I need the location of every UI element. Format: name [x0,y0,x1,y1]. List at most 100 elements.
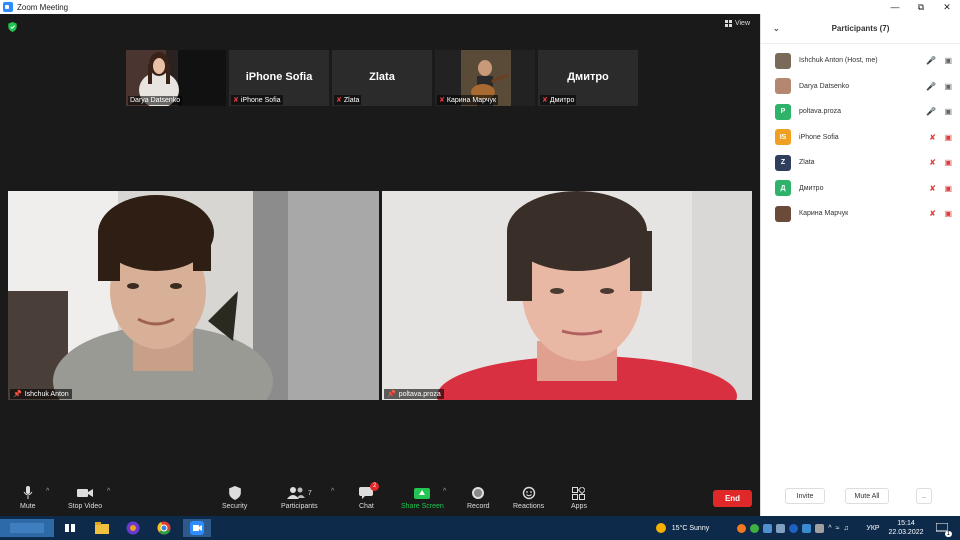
video-options-chevron-icon[interactable]: ^ [107,488,110,495]
thumb-dmytro[interactable]: Дмитро ✘ Дмитро [538,50,638,106]
collapse-chevron-icon[interactable]: ⌄ [773,24,780,33]
sun-icon [655,523,666,533]
mute-all-button[interactable]: Mute All [845,488,889,504]
share-screen-button[interactable]: Share Screen [401,486,444,510]
participant-row[interactable]: Д Дмитро ✘ ▣ [761,176,960,202]
notification-center-button[interactable]: 1 [932,519,952,537]
participant-row[interactable]: P poltava.proza 🎤 ▣ [761,99,960,125]
participant-row[interactable]: IS iPhone Sofia ✘ ▣ [761,125,960,151]
participant-row[interactable]: Darya Datsenko 🎤 ▣ [761,74,960,100]
share-screen-icon [414,487,431,499]
mic-muted-icon: ✘ [439,97,445,104]
participant-row[interactable]: Z Zlata ✘ ▣ [761,150,960,176]
bluetooth-icon[interactable] [789,523,799,533]
reactions-emoji-icon [522,486,535,500]
chrome-icon [157,521,171,535]
apps-button[interactable]: Apps [571,486,587,510]
participants-count: 7 [307,489,312,497]
thumb-zlata[interactable]: Zlata ✘ Zlata [332,50,432,106]
apps-icon [572,486,586,500]
invite-button[interactable]: Invite [785,488,825,504]
restore-button[interactable]: ⧉ [908,0,934,14]
encryption-shield-icon[interactable] [8,22,17,32]
record-icon [472,487,485,499]
video-camera-icon[interactable]: ▣ [944,82,952,91]
video-tile-poltava-proza[interactable]: 📌 poltava.proza [382,191,752,400]
avatar: IS [775,129,791,146]
tray-app-icon[interactable] [750,523,760,533]
language-text: УКР [866,524,880,532]
audio-options-chevron-icon[interactable]: ^ [46,488,49,495]
share-options-chevron-icon[interactable]: ^ [443,488,446,495]
stop-video-button[interactable]: Stop Video [68,486,102,510]
volume-icon[interactable]: ♫ [843,525,848,532]
taskbar-zoom[interactable] [183,519,211,537]
video-tile-ishchuk[interactable]: 📌 Ishchuk Anton [8,191,379,400]
microphone-muted-icon[interactable]: ✘ [929,133,936,142]
clock[interactable]: 15:14 22.03.2022 [886,519,926,537]
start-button[interactable] [0,519,54,537]
video-camera-off-icon[interactable]: ▣ [944,158,952,167]
thumb-label: ✘ Дмитро [540,95,577,105]
tray-app-icon[interactable] [815,523,825,533]
chevron-up-icon[interactable]: ^ [828,525,831,532]
video-camera-icon[interactable]: ▣ [944,107,952,116]
participant-name: Darya Datsenko [799,82,850,90]
microphone-muted-icon[interactable]: ✘ [929,158,936,167]
view-button[interactable]: View [724,20,750,27]
record-button[interactable]: Record [467,486,490,510]
taskbar-chrome[interactable] [155,519,173,537]
participant-strip: Darya Datsenko iPhone Sofia ✘ iPhone Sofi… [126,50,638,106]
microphone-icon[interactable]: 🎤 [926,56,936,65]
tray-app-icon[interactable] [802,523,812,533]
chat-button[interactable]: 2 Chat [359,482,380,510]
pin-icon: 📌 [13,391,22,398]
participants-button[interactable]: 7 Participants [281,486,318,510]
mic-muted-icon: ✘ [542,97,548,104]
microphone-muted-icon[interactable]: ✘ [929,184,936,193]
video-feed [8,191,379,400]
security-button[interactable]: Security [222,486,247,510]
tray-app-icon[interactable] [737,523,747,533]
task-view-icon [65,524,75,532]
more-options-button[interactable]: .. [916,488,932,504]
microphone-icon[interactable]: 🎤 [926,82,936,91]
search-bar-icon [10,523,44,533]
thumb-iphone-sofia[interactable]: iPhone Sofia ✘ iPhone Sofia [229,50,329,106]
tray-app-icon[interactable] [776,523,786,533]
weather-widget[interactable]: 15°C Sunny [652,519,712,537]
participant-name: Дмитро [799,184,824,192]
chat-unread-badge: 2 [370,482,380,491]
close-button[interactable]: ✕ [934,0,960,14]
microphone-muted-icon[interactable]: ✘ [929,209,936,218]
wifi-icon[interactable]: ≈ [836,525,840,532]
thumb-darya[interactable]: Darya Datsenko [126,50,226,106]
language-indicator[interactable]: УКР [862,519,884,537]
grid-icon [724,20,732,27]
taskbar-yandex-browser[interactable] [124,519,142,537]
stop-video-label: Stop Video [68,503,103,510]
taskbar-explorer[interactable] [93,519,111,537]
apps-label: Apps [571,503,587,510]
tray-app-icon[interactable] [763,523,773,533]
video-camera-off-icon[interactable]: ▣ [944,209,952,218]
task-view-button[interactable] [62,519,78,537]
avatar [775,78,791,95]
participant-row[interactable]: Ishchuk Anton (Host, me) 🎤 ▣ [761,48,960,74]
reactions-label: Reactions [513,503,545,510]
mute-button[interactable]: Mute [20,486,36,510]
microphone-icon[interactable]: 🎤 [926,107,936,116]
participant-row[interactable]: Карина Марчук ✘ ▣ [761,201,960,227]
video-camera-off-icon[interactable]: ▣ [944,133,952,142]
video-camera-icon[interactable]: ▣ [944,56,952,65]
minimize-button[interactable]: — [882,0,908,14]
video-tile-label: 📌 Ishchuk Anton [10,389,72,399]
video-camera-off-icon[interactable]: ▣ [944,184,952,193]
mic-muted-icon: ✘ [233,97,239,104]
participants-options-chevron-icon[interactable]: ^ [331,488,334,495]
thumb-karina[interactable]: ✘ Карина Марчук [435,50,535,106]
zoom-logo-icon [3,2,13,12]
reactions-button[interactable]: Reactions [513,486,544,510]
end-meeting-button[interactable]: End [713,490,752,507]
meeting-area: View Darya Datsenko iPhone Sofia ✘ iPhone… [0,14,760,516]
